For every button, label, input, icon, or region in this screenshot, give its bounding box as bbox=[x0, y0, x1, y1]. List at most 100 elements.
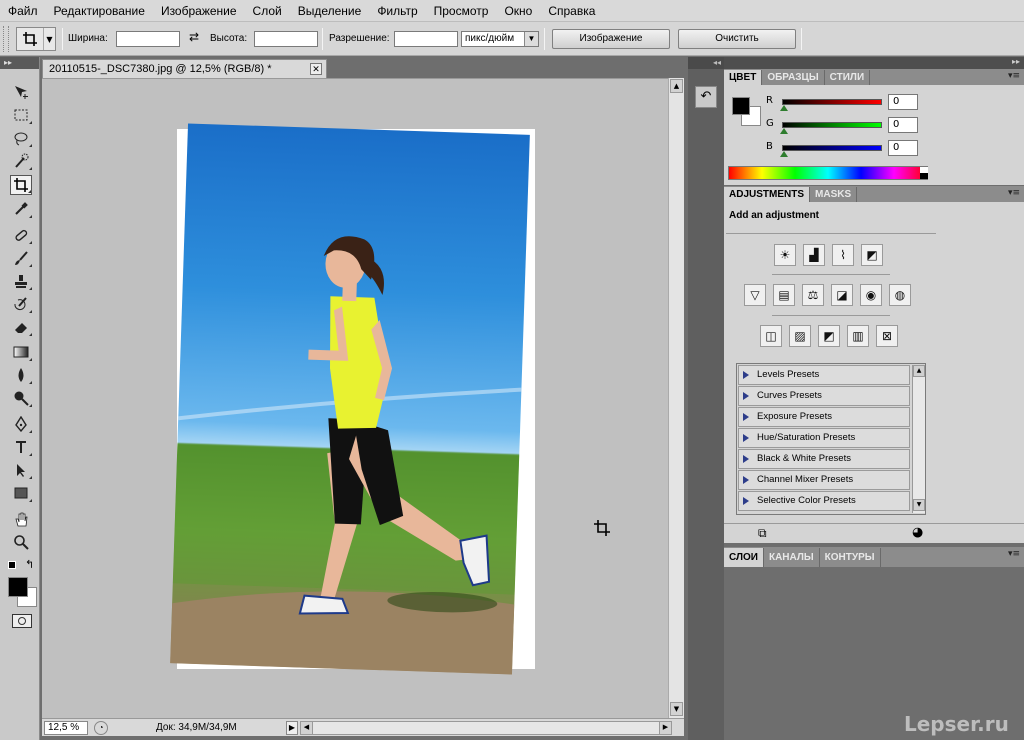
blue-slider[interactable]: B 0 bbox=[766, 140, 986, 161]
resolution-unit-select[interactable]: пикс/дюйм ▼ bbox=[461, 31, 539, 47]
green-slider[interactable]: G 0 bbox=[766, 117, 986, 138]
menu-image[interactable]: Изображение bbox=[153, 4, 245, 18]
document-tab[interactable]: 20110515-_DSC7380.jpg @ 12,5% (RGB/8) * … bbox=[42, 59, 327, 78]
height-field[interactable] bbox=[254, 31, 318, 47]
menu-window[interactable]: Окно bbox=[496, 4, 540, 18]
panel-menu-icon[interactable]: ▾≡ bbox=[1008, 71, 1020, 81]
curves-icon[interactable]: ⌇ bbox=[832, 244, 854, 266]
dodge-icon[interactable] bbox=[10, 388, 32, 408]
levels-icon[interactable]: ▟ bbox=[803, 244, 825, 266]
status-info-icon[interactable]: ◔ bbox=[94, 721, 108, 735]
menu-file[interactable]: Файл bbox=[0, 4, 46, 18]
type-icon[interactable] bbox=[10, 437, 32, 457]
posterize-icon[interactable]: ▨ bbox=[789, 325, 811, 347]
clear-button[interactable]: Очистить bbox=[678, 29, 796, 49]
vibrance-icon[interactable]: ▽ bbox=[744, 284, 766, 306]
red-value[interactable]: 0 bbox=[888, 94, 918, 110]
scroll-up-icon[interactable]: ▲ bbox=[913, 365, 925, 377]
blur-icon[interactable] bbox=[10, 365, 32, 385]
move-tool-icon[interactable] bbox=[10, 82, 32, 102]
list-item[interactable]: Hue/Saturation Presets bbox=[738, 428, 910, 448]
panel-dock-header[interactable]: ▸▸ bbox=[724, 57, 1024, 69]
threshold-icon[interactable]: ◩ bbox=[818, 325, 840, 347]
horizontal-scrollbar[interactable]: ◀ ▶ bbox=[300, 721, 672, 735]
menu-select[interactable]: Выделение bbox=[290, 4, 370, 18]
pen-icon[interactable] bbox=[10, 414, 32, 434]
list-item[interactable]: Levels Presets bbox=[738, 365, 910, 385]
quick-mask-icon[interactable] bbox=[12, 614, 32, 628]
tab-channels[interactable]: КАНАЛЫ bbox=[764, 548, 820, 567]
front-image-button[interactable]: Изображение bbox=[552, 29, 670, 49]
color-balance-icon[interactable]: ⚖ bbox=[802, 284, 824, 306]
panel-menu-icon[interactable]: ▾≡ bbox=[1008, 188, 1020, 198]
photo-filter-icon[interactable]: ◉ bbox=[860, 284, 882, 306]
tab-color[interactable]: ЦВЕТ bbox=[724, 70, 763, 85]
foreground-color-swatch[interactable] bbox=[8, 577, 28, 597]
brightness-contrast-icon[interactable]: ☀ bbox=[774, 244, 796, 266]
clone-stamp-icon[interactable] bbox=[10, 271, 32, 291]
width-field[interactable] bbox=[116, 31, 180, 47]
tab-adjustments[interactable]: ADJUSTMENTS bbox=[724, 187, 811, 202]
brush-icon[interactable] bbox=[10, 248, 32, 268]
lasso-tool-icon[interactable] bbox=[10, 128, 32, 148]
path-selection-icon[interactable] bbox=[10, 460, 32, 480]
swap-icon[interactable]: ⇄ bbox=[189, 30, 199, 44]
history-panel-icon[interactable]: ↶ bbox=[695, 86, 717, 108]
scroll-down-icon[interactable]: ▼ bbox=[913, 499, 925, 511]
list-item[interactable]: Black & White Presets bbox=[738, 449, 910, 469]
tab-swatches[interactable]: ОБРАЗЦЫ bbox=[762, 70, 825, 85]
list-item[interactable]: Curves Presets bbox=[738, 386, 910, 406]
blue-thumb[interactable] bbox=[780, 151, 788, 157]
swap-colors-icon[interactable]: ↰ bbox=[25, 558, 34, 571]
photo-image[interactable] bbox=[170, 123, 530, 675]
history-brush-icon[interactable] bbox=[10, 294, 32, 314]
green-thumb[interactable] bbox=[780, 128, 788, 134]
green-track[interactable] bbox=[782, 122, 882, 128]
marquee-tool-icon[interactable] bbox=[10, 105, 32, 125]
foreground-color-swatch[interactable] bbox=[732, 97, 750, 115]
menu-filter[interactable]: Фильтр bbox=[369, 4, 425, 18]
tools-header[interactable]: ▸▸ bbox=[0, 57, 39, 69]
image-canvas[interactable] bbox=[42, 78, 668, 718]
close-icon[interactable]: ✕ bbox=[310, 63, 322, 75]
eraser-icon[interactable] bbox=[10, 317, 32, 337]
hand-icon[interactable] bbox=[10, 509, 32, 529]
zoom-field[interactable]: 12,5 % bbox=[44, 721, 88, 735]
channel-mixer-icon[interactable]: ◍ bbox=[889, 284, 911, 306]
selective-color-icon[interactable]: ⊠ bbox=[876, 325, 898, 347]
strip-header[interactable]: ◂◂ bbox=[688, 57, 724, 69]
options-grip[interactable] bbox=[3, 26, 9, 52]
gradient-icon[interactable] bbox=[10, 342, 32, 362]
color-ramp[interactable] bbox=[728, 166, 928, 180]
vertical-scrollbar[interactable]: ▲ ▼ bbox=[668, 78, 684, 718]
blue-value[interactable]: 0 bbox=[888, 140, 918, 156]
chevron-down-icon[interactable]: ▼ bbox=[43, 28, 55, 50]
scroll-left-icon[interactable]: ◀ bbox=[301, 722, 313, 734]
tab-masks[interactable]: MASKS bbox=[810, 187, 858, 202]
quick-selection-icon[interactable] bbox=[10, 151, 32, 171]
scroll-right-icon[interactable]: ▶ bbox=[659, 722, 671, 734]
menu-edit[interactable]: Редактирование bbox=[46, 4, 153, 18]
bw-ramp[interactable] bbox=[920, 167, 928, 179]
tab-styles[interactable]: СТИЛИ bbox=[825, 70, 871, 85]
menu-help[interactable]: Справка bbox=[540, 4, 603, 18]
menu-view[interactable]: Просмотр bbox=[426, 4, 497, 18]
crop-tool-icon[interactable] bbox=[10, 175, 32, 195]
red-slider[interactable]: R 0 bbox=[766, 94, 986, 115]
list-item[interactable]: Exposure Presets bbox=[738, 407, 910, 427]
menu-layer[interactable]: Слой bbox=[245, 4, 290, 18]
invert-icon[interactable]: ◫ bbox=[760, 325, 782, 347]
zoom-icon[interactable] bbox=[10, 532, 32, 552]
scroll-down-icon[interactable]: ▼ bbox=[670, 702, 683, 716]
black-white-icon[interactable]: ◪ bbox=[831, 284, 853, 306]
red-track[interactable] bbox=[782, 99, 882, 105]
tool-preset-picker[interactable]: ▼ bbox=[16, 27, 56, 51]
presets-scrollbar[interactable]: ▲ ▼ bbox=[912, 365, 925, 513]
clip-to-layer-icon[interactable]: ⧉ bbox=[758, 526, 767, 541]
shape-icon[interactable] bbox=[10, 483, 32, 503]
red-thumb[interactable] bbox=[780, 105, 788, 111]
toggle-visibility-icon[interactable]: ◕ bbox=[912, 525, 923, 540]
healing-brush-icon[interactable] bbox=[10, 225, 32, 245]
list-item[interactable]: Channel Mixer Presets bbox=[738, 470, 910, 490]
exposure-icon[interactable]: ◩ bbox=[861, 244, 883, 266]
